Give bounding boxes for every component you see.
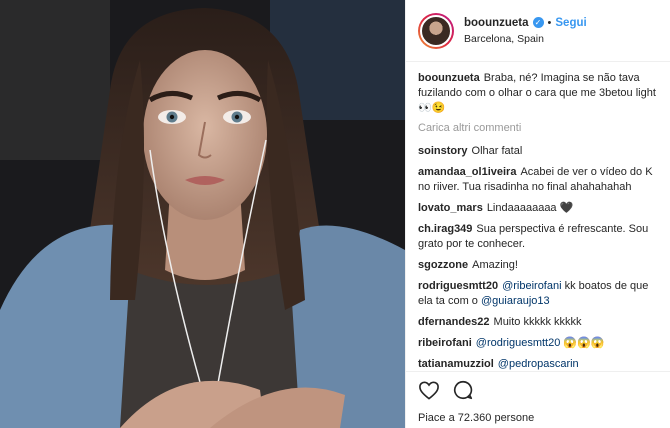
comments-list[interactable]: boounzueta Braba, né? Imagina se não tava… — [406, 63, 670, 371]
comment-username[interactable]: ribeirofani — [418, 337, 472, 349]
comment-username[interactable]: ch.irag349 — [418, 223, 472, 235]
heart-icon[interactable] — [418, 380, 440, 403]
instagram-post: boounzueta ✓ • Segui Barcelona, Spain bo… — [0, 0, 670, 428]
post-photo[interactable] — [0, 0, 405, 428]
comment-text: Olhar fatal — [471, 145, 523, 157]
comment-text: Amazing! — [472, 259, 518, 271]
action-icons — [418, 380, 659, 402]
comment-text: Muito kkkkk kkkkk — [493, 316, 582, 328]
mention-link[interactable]: @guiaraujo13 — [481, 295, 550, 307]
comment-item: rodriguesmtt20 @ribeirofani kk boatos de … — [418, 279, 659, 309]
avatar-image — [420, 14, 452, 47]
likes-count[interactable]: Piace a 72.360 persone — [418, 412, 659, 424]
separator-dot: • — [547, 16, 552, 29]
caption: boounzueta Braba, né? Imagina se não tava… — [418, 71, 659, 116]
comment-item: tatianamuzziol @pedropascarin — [418, 357, 659, 371]
follow-button[interactable]: Segui — [555, 15, 586, 31]
avatar[interactable] — [418, 12, 454, 49]
location-link[interactable]: Barcelona, Spain — [464, 31, 587, 47]
comment-text: Lindaaaaaaaa 🖤 — [486, 202, 574, 214]
comment-username[interactable]: sgozzone — [418, 259, 468, 271]
comment-item: lovato_mars Lindaaaaaaaa 🖤 — [418, 201, 659, 216]
comment-username[interactable]: tatianamuzziol — [418, 358, 494, 370]
mention-link[interactable]: @pedropascarin — [498, 358, 579, 370]
verified-badge-icon: ✓ — [532, 17, 544, 28]
load-more-comments-button[interactable]: Carica altri commenti — [418, 122, 659, 134]
post-header: boounzueta ✓ • Segui Barcelona, Spain — [406, 0, 670, 62]
header-row: boounzueta ✓ • Segui — [464, 15, 587, 31]
comment-username[interactable]: soinstory — [418, 145, 468, 157]
comment-username[interactable]: amandaa_ol1iveira — [418, 166, 516, 178]
caption-username[interactable]: boounzueta — [418, 72, 480, 84]
post-actions: Piace a 72.360 persone — [406, 371, 670, 428]
comment-item: amandaa_ol1iveira Acabei de ver o vídeo d… — [418, 165, 659, 195]
comment-item: ribeirofani @rodriguesmtt20 😱😱😱 — [418, 336, 659, 351]
mention-link[interactable]: @ribeirofani — [502, 280, 561, 292]
comment-text: 😱😱😱 — [560, 337, 605, 349]
comment-item: dfernandes22 Muito kkkkk kkkkk — [418, 315, 659, 330]
header-username[interactable]: boounzueta — [464, 15, 529, 31]
comment-item: sgozzone Amazing! — [418, 258, 659, 273]
mention-link[interactable]: @rodriguesmtt20 — [476, 337, 561, 349]
comment-username[interactable]: lovato_mars — [418, 202, 483, 214]
comment-username[interactable]: rodriguesmtt20 — [418, 280, 498, 292]
comment-item: soinstory Olhar fatal — [418, 144, 659, 159]
comment-username[interactable]: dfernandes22 — [418, 316, 490, 328]
comment-icon[interactable] — [452, 379, 474, 404]
portrait-image — [0, 0, 405, 428]
post-sidebar: boounzueta ✓ • Segui Barcelona, Spain bo… — [405, 0, 670, 428]
header-info: boounzueta ✓ • Segui Barcelona, Spain — [464, 15, 587, 47]
comment-item: ch.irag349 Sua perspectiva é refrescante.… — [418, 222, 659, 252]
